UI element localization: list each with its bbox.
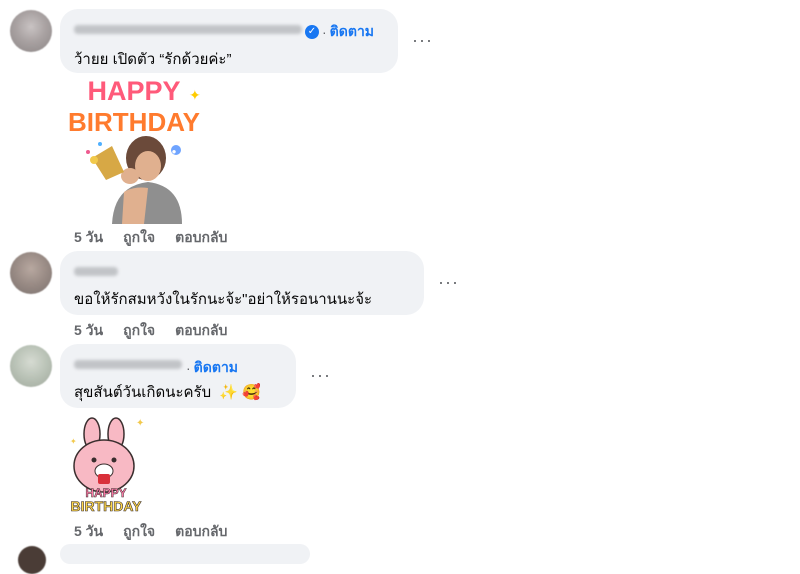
follow-button[interactable]: ติดตาม [330,21,374,43]
more-options-icon[interactable]: ··· [412,30,433,51]
svg-text:●: ● [172,147,177,156]
comment-time[interactable]: 5 วัน [74,521,103,543]
sticker-birthday-text: BIRTHDAY [68,107,200,137]
avatar[interactable] [10,345,52,387]
avatar[interactable] [10,252,52,294]
name-badges: · ติดตาม [186,357,238,379]
comment-actions: 5 วัน ถูกใจ ตอบกลับ [74,521,227,543]
more-options-icon[interactable]: ··· [438,272,459,293]
sticker-happy-text: HAPPY [87,76,180,106]
like-button[interactable]: ถูกใจ [123,521,155,543]
svg-text:✦: ✦ [136,418,144,429]
commenter-name[interactable] [74,25,302,34]
comment-actions: 5 วัน ถูกใจ ตอบกลับ [74,320,227,342]
like-button[interactable]: ถูกใจ [123,320,155,342]
verified-icon: ✓ [305,25,319,39]
comment-text-body: สุขสันต์วันเกิดนะครับ [74,384,212,401]
avatar[interactable] [18,546,46,574]
comment-text: สุขสันต์วันเกิดนะครับ ✨ 🥰 [74,380,261,404]
separator-dot: · [322,24,327,40]
follow-button[interactable]: ติดตาม [194,357,238,379]
name-badges: ✓ · ติดตาม [305,21,374,43]
comment-text: ขอให้รักสมหวังในรักนะจ้ะ"อย่าให้รอนานนะจ… [74,291,373,308]
comment-time[interactable]: 5 วัน [74,320,103,342]
comment-bubble [60,544,310,564]
like-button[interactable]: ถูกใจ [123,227,155,249]
reply-button[interactable]: ตอบกลับ [175,320,227,342]
commenter-name[interactable] [74,360,182,369]
svg-text:✦: ✦ [189,87,201,103]
svg-text:✦: ✦ [70,437,77,446]
birthday-sticker: ✦ ● HAPPY BIRTHDAY [67,75,201,224]
comment-actions: 5 วัน ถูกใจ ตอบกลับ [74,227,227,249]
sticker-birthday-text: BIRTHDAY [70,498,142,514]
avatar[interactable] [10,10,52,52]
bunny-birthday-sticker: ✦ ✦ HAPPY BIRTHDAY [70,417,144,514]
reply-button[interactable]: ตอบกลับ [175,227,227,249]
comment-time[interactable]: 5 วัน [74,227,103,249]
reply-button[interactable]: ตอบกลับ [175,521,227,543]
more-options-icon[interactable]: ··· [310,365,331,386]
comment-emoji: ✨ 🥰 [219,384,261,401]
separator-dot: · [186,360,191,376]
comment-text: ว้ายย เปิดตัว “รักด้วยค่ะ” [74,51,232,68]
commenter-name[interactable] [74,267,118,276]
